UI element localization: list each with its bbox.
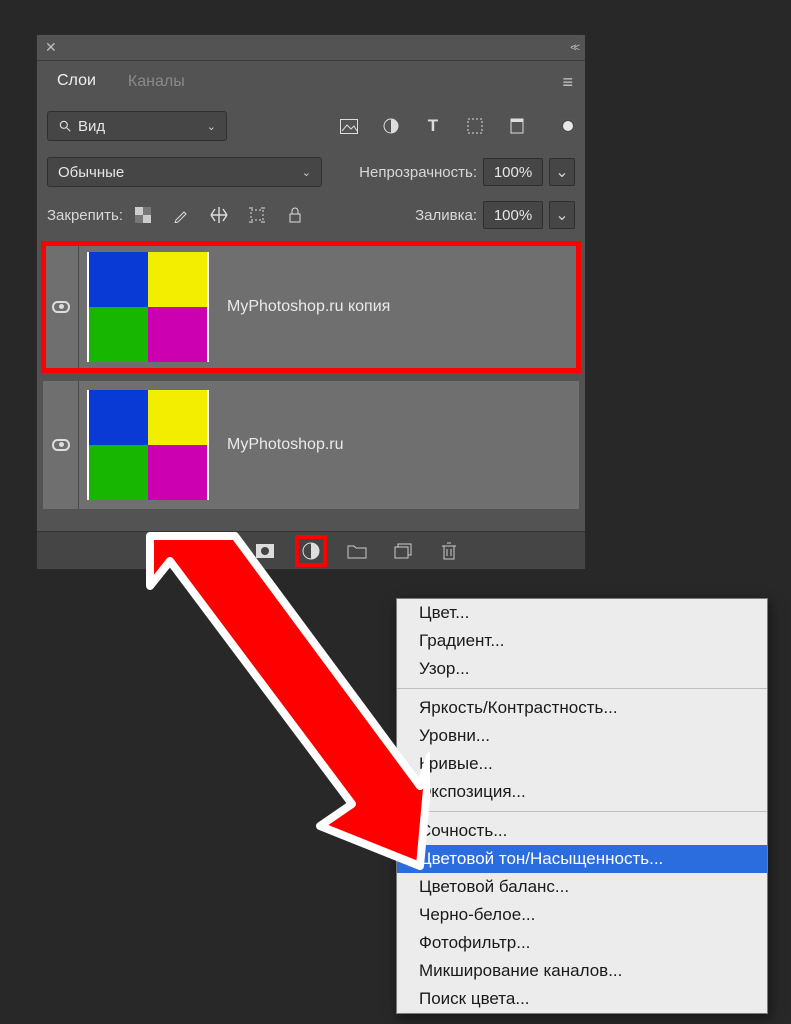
filter-type-icons: T: [339, 116, 575, 136]
group-icon[interactable]: [346, 540, 368, 562]
lock-pixels-icon[interactable]: [171, 205, 191, 225]
chevron-down-icon: ⌄: [207, 120, 216, 133]
layers-bottom-bar: fx: [37, 531, 585, 569]
opacity-chevron[interactable]: ⌄: [549, 158, 575, 186]
fill-label: Заливка:: [415, 207, 477, 224]
layers-panel: ✕ << Слои Каналы ≡ Вид ⌄ T Обычные ⌄: [36, 34, 586, 570]
lock-all-icon[interactable]: [285, 205, 305, 225]
layer-row[interactable]: MyPhotoshop.ru: [43, 381, 579, 509]
adjustment-menu-item[interactable]: Цветовой тон/Насыщенность...: [397, 845, 767, 873]
adjustment-menu-item[interactable]: Градиент...: [397, 627, 767, 655]
blend-row: Обычные ⌄ Непрозрачность: 100% ⌄: [37, 149, 585, 195]
adjustment-menu-item[interactable]: Яркость/Контрастность...: [397, 694, 767, 722]
trash-icon[interactable]: [438, 540, 460, 562]
chevron-down-icon: ⌄: [302, 166, 311, 179]
fill-value[interactable]: 100%: [483, 201, 543, 229]
adjustment-menu-item[interactable]: Уровни...: [397, 722, 767, 750]
adjustment-menu-item[interactable]: Экспозиция...: [397, 778, 767, 806]
shape-filter-icon[interactable]: [465, 116, 485, 136]
panel-tabs: Слои Каналы ≡: [37, 61, 585, 103]
lock-transparency-icon[interactable]: [133, 205, 153, 225]
layer-name[interactable]: MyPhotoshop.ru копия: [227, 298, 390, 316]
tab-channels[interactable]: Каналы: [112, 63, 201, 101]
layer-filter-select[interactable]: Вид ⌄: [47, 111, 227, 141]
opacity-label: Непрозрачность:: [359, 164, 477, 181]
layer-thumbnail[interactable]: [87, 252, 209, 362]
layer-name[interactable]: MyPhotoshop.ru: [227, 436, 344, 454]
blend-mode-label: Обычные: [58, 164, 124, 181]
type-filter-icon[interactable]: T: [423, 116, 443, 136]
mask-icon[interactable]: [254, 540, 276, 562]
adjustment-menu-item[interactable]: Фотофильтр...: [397, 929, 767, 957]
panel-menu-icon[interactable]: ≡: [562, 72, 581, 93]
close-icon[interactable]: ✕: [45, 39, 57, 56]
adjustment-menu: Цвет...Градиент...Узор... Яркость/Контрас…: [396, 598, 768, 1014]
annotation-arrow: [120, 526, 430, 886]
adjustment-menu-item[interactable]: Узор...: [397, 655, 767, 683]
adjustment-menu-item[interactable]: Цветовой баланс...: [397, 873, 767, 901]
link-icon[interactable]: [162, 540, 184, 562]
visibility-toggle[interactable]: [43, 243, 79, 371]
opacity-group: Непрозрачность: 100% ⌄: [359, 158, 575, 186]
lock-position-icon[interactable]: [209, 205, 229, 225]
lock-artboard-icon[interactable]: [247, 205, 267, 225]
fill-chevron[interactable]: ⌄: [549, 201, 575, 229]
filter-row: Вид ⌄ T: [37, 103, 585, 149]
filter-select-label: Вид: [78, 118, 105, 135]
opacity-value[interactable]: 100%: [483, 158, 543, 186]
adjustment-menu-item[interactable]: Цвет...: [397, 599, 767, 627]
adjustment-menu-item[interactable]: Кривые...: [397, 750, 767, 778]
search-icon: [58, 119, 72, 133]
layers-list: MyPhotoshop.ru копия MyPhotoshop.ru: [37, 239, 585, 531]
eye-icon: [52, 439, 70, 451]
visibility-toggle[interactable]: [43, 381, 79, 509]
adjustment-menu-item[interactable]: Микширование каналов...: [397, 957, 767, 985]
new-icon[interactable]: [392, 540, 414, 562]
fx-icon[interactable]: fx: [208, 540, 230, 562]
fill-group: Заливка: 100% ⌄: [415, 201, 575, 229]
tab-layers[interactable]: Слои: [41, 62, 112, 102]
menu-separator: [397, 811, 767, 812]
lock-icons: [133, 205, 305, 225]
blend-mode-select[interactable]: Обычные ⌄: [47, 157, 322, 187]
eye-icon: [52, 301, 70, 313]
panel-titlebar: ✕ <<: [37, 35, 585, 61]
layer-row[interactable]: MyPhotoshop.ru копия: [43, 243, 579, 371]
lock-label: Закрепить:: [47, 207, 123, 224]
smart-filter-icon[interactable]: [507, 116, 527, 136]
adjustment-menu-item[interactable]: Поиск цвета...: [397, 985, 767, 1013]
menu-separator: [397, 688, 767, 689]
adjustment-filter-icon[interactable]: [381, 116, 401, 136]
adjustment-menu-item[interactable]: Черно-белое...: [397, 901, 767, 929]
adjustment-menu-item[interactable]: Сочность...: [397, 817, 767, 845]
collapse-icon[interactable]: <<: [570, 42, 577, 54]
image-filter-icon[interactable]: [339, 116, 359, 136]
layer-thumbnail[interactable]: [87, 390, 209, 500]
adjustment-icon[interactable]: [300, 540, 322, 562]
lock-row: Закрепить: Заливка: 100% ⌄: [37, 195, 585, 239]
filter-toggle-icon[interactable]: [561, 119, 575, 133]
